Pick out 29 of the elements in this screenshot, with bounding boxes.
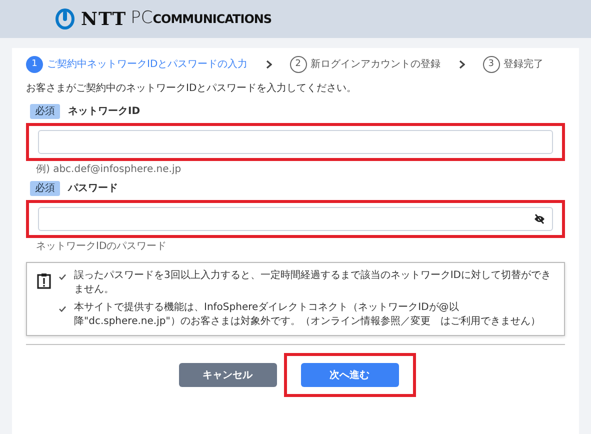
step-label: 登録完了 bbox=[504, 58, 544, 72]
hint-text: ネットワークIDのパスワード bbox=[36, 240, 168, 254]
required-badge: 必須 bbox=[30, 104, 60, 119]
logo-text: PC bbox=[130, 7, 153, 30]
check-icon bbox=[59, 274, 66, 280]
instruction-text: お客さまがご契約中のネットワークIDとパスワードを入力してください。 bbox=[26, 83, 357, 94]
logo-icon bbox=[55, 8, 75, 30]
step-label: 新ログインアカウントの登録 bbox=[310, 58, 441, 72]
field-label: ネットワークID bbox=[68, 105, 140, 119]
input-field[interactable] bbox=[38, 207, 553, 231]
hint-text: 例) abc.def@infosphere.ne.jp bbox=[36, 163, 182, 177]
notice-text: 誤ったパスワードを3回以上入力すると、一定時間経過するまで該当のネットワークIDに対して切替ができません。 bbox=[74, 269, 552, 297]
eye-slash-icon[interactable] bbox=[534, 214, 545, 224]
step-label: ご契約中ネットワークIDとパスワードの入力 bbox=[47, 58, 248, 72]
logo-text: NTT bbox=[81, 8, 127, 32]
logo-text: COMMUNICATIONS bbox=[152, 11, 272, 28]
input-field[interactable] bbox=[38, 130, 553, 154]
field-label: パスワード bbox=[68, 182, 118, 196]
check-icon bbox=[59, 306, 66, 312]
step-number: 3 bbox=[482, 56, 500, 73]
required-badge: 必須 bbox=[30, 181, 60, 196]
step-number: 2 bbox=[290, 56, 307, 73]
chevron-right-icon bbox=[458, 60, 465, 69]
next-button[interactable]: 次へ進む bbox=[300, 363, 398, 387]
notice-text: 本サイトで提供する機能は、InfoSphereダイレクトコネクト（ネットワークIDが@以降"dc.sphere.ne.jp"）のお客さまは対象外です。（オンライン情報参照／変更 はご利用できません） bbox=[74, 301, 542, 329]
step-number: 1 bbox=[26, 56, 43, 73]
chevron-right-icon bbox=[266, 60, 272, 69]
clipboard-alert-icon bbox=[37, 273, 51, 289]
cancel-button[interactable]: キャンセル bbox=[178, 363, 276, 387]
